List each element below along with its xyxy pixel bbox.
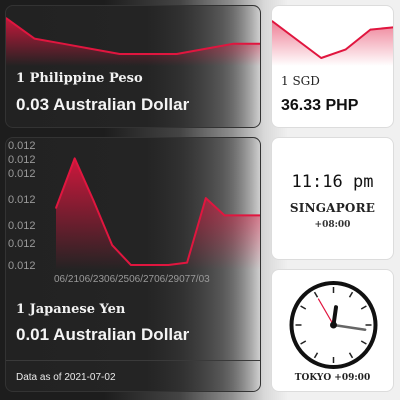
x-tick-row: 06/2106/2306/2506/2706/29077/03 xyxy=(54,274,210,285)
sgd-from-label: 1 SGD xyxy=(281,74,320,88)
sgd-sparkline-point xyxy=(320,57,322,59)
jpy-aud-card[interactable]: 0.012 0.012 0.012 0.012 0.012 0.012 0.01… xyxy=(5,137,261,392)
jpy-data-point xyxy=(55,207,57,209)
jpy-to-label: 0.01 Australian Dollar xyxy=(16,325,190,344)
jpy-data-point xyxy=(205,197,207,199)
jpy-data-point xyxy=(186,261,188,264)
jpy-data-point xyxy=(73,157,76,160)
sgd-php-sparkline xyxy=(272,20,393,66)
sgd-sparkline-point xyxy=(345,48,347,51)
php-sparkline-point xyxy=(33,37,36,40)
php-aud-card[interactable]: 1 Philippine Peso 0.03 Australian Dollar xyxy=(5,5,261,128)
tokyo-label: TOKYO +09:00 xyxy=(294,373,371,383)
php-sparkline-point xyxy=(147,53,149,55)
php-sparkline-area xyxy=(6,18,260,66)
jpy-aud-area-chart xyxy=(55,157,260,270)
singapore-offset: +08:00 xyxy=(314,220,351,230)
php-sparkline-point xyxy=(90,48,93,50)
sgd-sparkline-point xyxy=(369,28,372,31)
sgd-sparkline-area xyxy=(272,21,393,66)
footer-divider xyxy=(6,360,260,361)
jpy-data-point xyxy=(167,264,170,266)
jpy-data-point xyxy=(130,264,132,266)
jpy-data-point xyxy=(148,264,151,266)
php-sparkline-point xyxy=(232,42,235,45)
jpy-data-point xyxy=(223,214,226,217)
php-sparkline-point xyxy=(119,53,121,55)
singapore-time: 11:16 pm xyxy=(291,172,374,192)
clock-center xyxy=(330,321,337,329)
jpy-data-point xyxy=(111,244,113,246)
singapore-clock-card[interactable]: 11:16 pm SINGAPORE +08:00 xyxy=(271,137,394,260)
jpy-data-point xyxy=(92,199,95,202)
sgd-to-label: 36.33 PHP xyxy=(281,97,359,114)
php-sparkline-point xyxy=(62,42,64,45)
php-to-label: 0.03 Australian Dollar xyxy=(16,95,190,114)
singapore-city: SINGAPORE xyxy=(289,201,376,215)
jpy-series-area xyxy=(56,158,260,270)
sgd-php-card[interactable]: 1 SGD 36.33 PHP xyxy=(271,5,394,128)
sgd-sparkline-point xyxy=(272,20,273,22)
php-sparkline-point xyxy=(204,48,206,50)
jpy-from-label: 1 Japanese Yen xyxy=(16,302,126,317)
sgd-sparkline-point xyxy=(295,38,298,41)
tokyo-clock-card[interactable]: TOKYO +09:00 xyxy=(271,269,394,392)
php-sparkline-point xyxy=(175,53,178,55)
php-from-label: 1 Philippine Peso xyxy=(16,71,143,86)
php-sparkline-point xyxy=(6,17,7,19)
jpy-data-point xyxy=(242,214,245,217)
php-aud-sparkline xyxy=(6,17,260,66)
data-as-of-note: Data as of 2021-07-02 xyxy=(16,372,116,383)
